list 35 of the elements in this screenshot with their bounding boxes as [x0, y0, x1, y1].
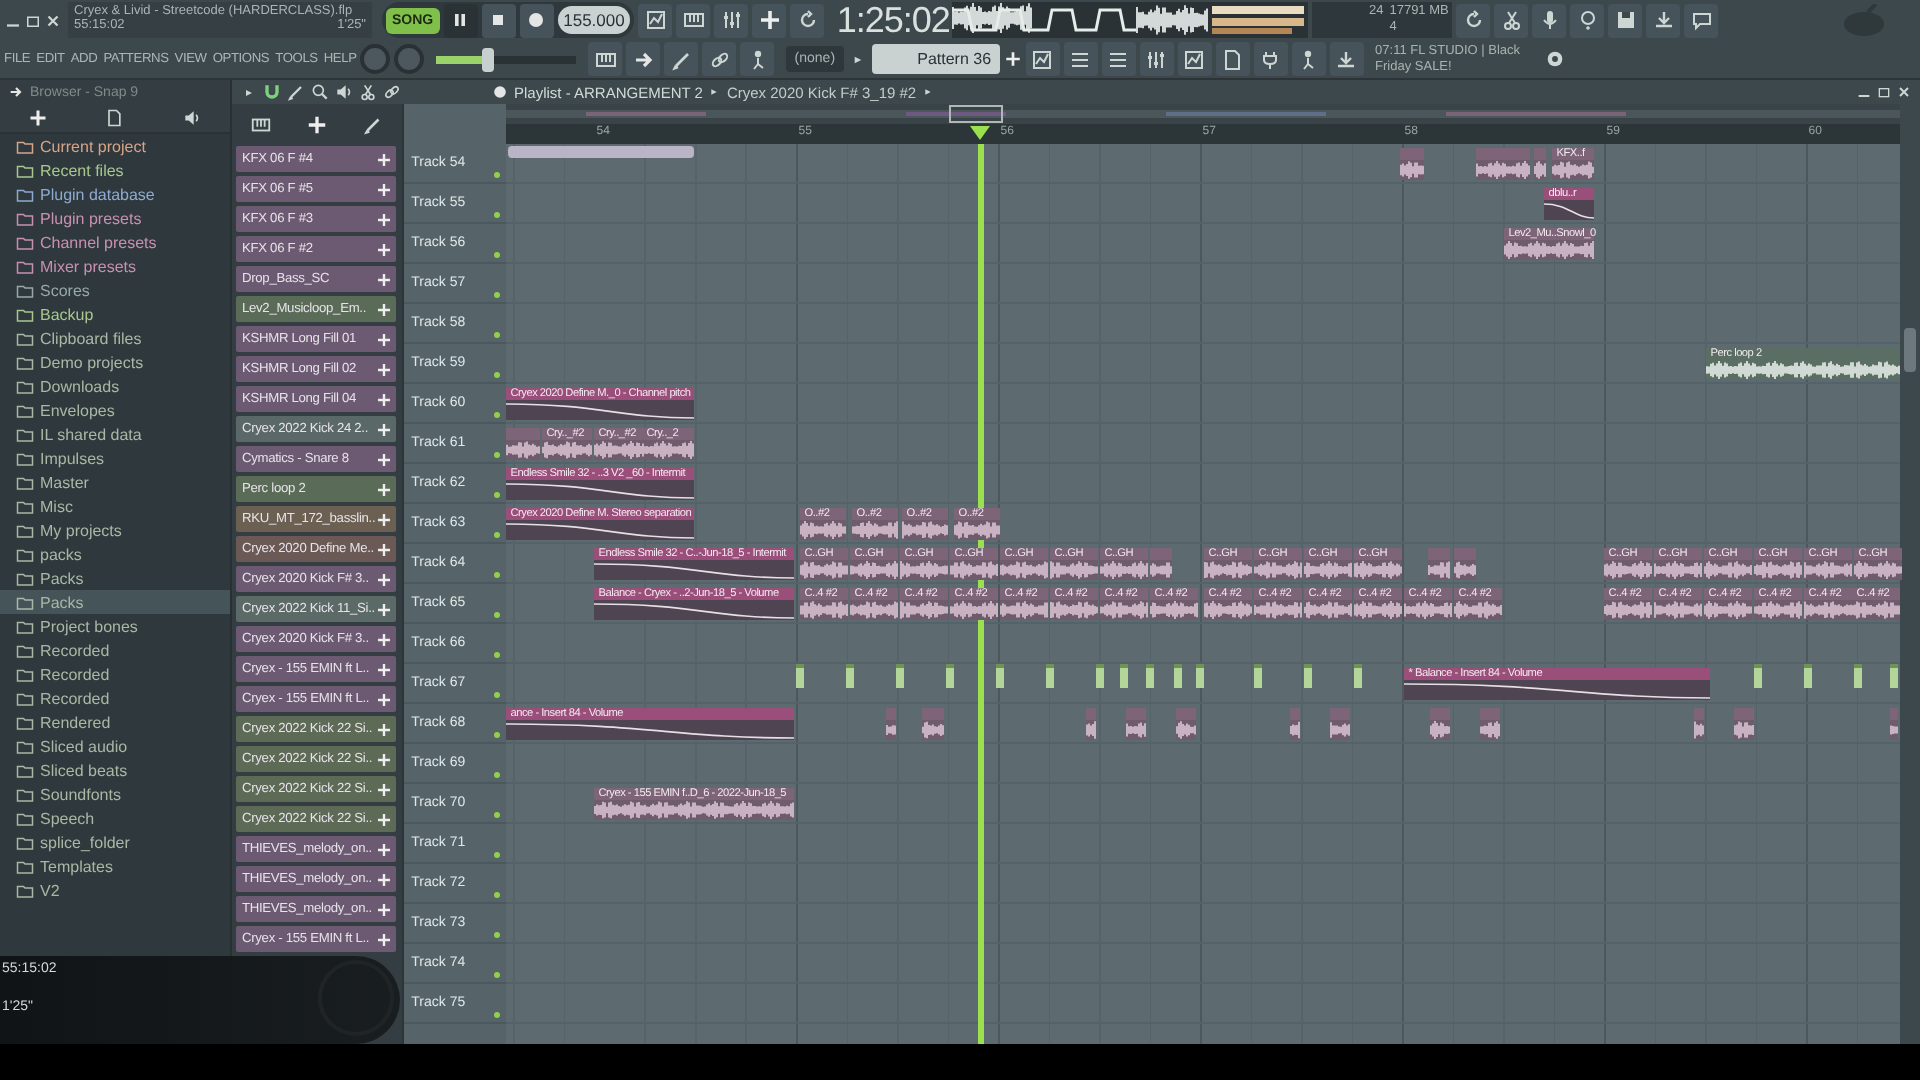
browser-item[interactable]: Backup	[0, 302, 230, 326]
browser-item[interactable]: Recorded	[0, 662, 230, 686]
browser-item[interactable]: Templates	[0, 854, 230, 878]
browser-item[interactable]: Scores	[0, 278, 230, 302]
browser-item[interactable]: Channel presets	[0, 230, 230, 254]
browser-item[interactable]: splice_folder	[0, 830, 230, 854]
browser-item[interactable]: Packs	[0, 590, 230, 614]
browser-item[interactable]: Plugin presets	[0, 206, 230, 230]
browser-item[interactable]: Impulses	[0, 446, 230, 470]
browser-item[interactable]: Mixer presets	[0, 254, 230, 278]
pattern-selector[interactable]: Pattern 36	[871, 44, 1000, 74]
browser-item[interactable]: Sliced beats	[0, 758, 230, 782]
browser-item[interactable]: Speech	[0, 806, 230, 830]
browser-item[interactable]: Clipboard files	[0, 326, 230, 350]
time-display: 1:25:02	[836, 0, 949, 41]
browser-item[interactable]: Rendered	[0, 710, 230, 734]
browser-item[interactable]: Envelopes	[0, 398, 230, 422]
tempo-field[interactable]: 155.000	[557, 6, 631, 34]
browser-item[interactable]: Plugin database	[0, 182, 230, 206]
browser-item[interactable]: Recorded	[0, 686, 230, 710]
browser-item[interactable]: Soundfonts	[0, 782, 230, 806]
browser-item[interactable]: My projects	[0, 518, 230, 542]
browser-item[interactable]: Project bones	[0, 614, 230, 638]
browser-item[interactable]: V2	[0, 878, 230, 902]
browser-item[interactable]: IL shared data	[0, 422, 230, 446]
browser-item[interactable]: Demo projects	[0, 350, 230, 374]
browser-item[interactable]: Downloads	[0, 374, 230, 398]
browser-item[interactable]: Misc	[0, 494, 230, 518]
browser-item[interactable]: Sliced audio	[0, 734, 230, 758]
browser-item[interactable]: Recorded	[0, 638, 230, 662]
browser-item[interactable]: packs	[0, 542, 230, 566]
browser-item[interactable]: Master	[0, 470, 230, 494]
browser-item[interactable]: Packs	[0, 566, 230, 590]
browser-item[interactable]: Recent files	[0, 158, 230, 182]
browser-item[interactable]: Current project	[0, 134, 230, 158]
